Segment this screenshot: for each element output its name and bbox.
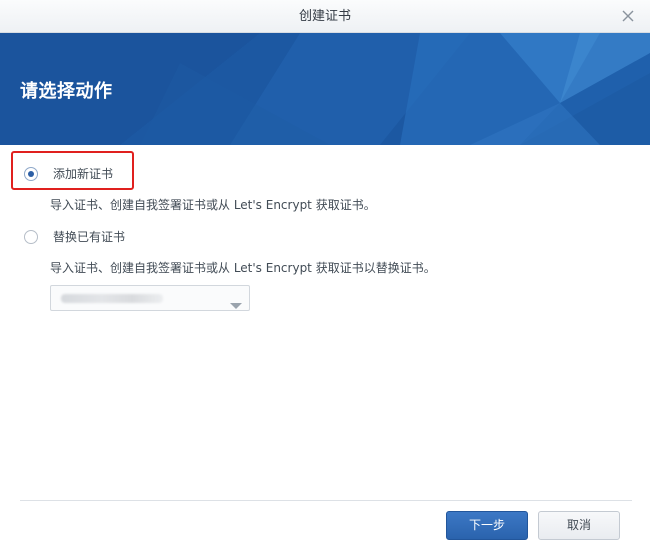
option-description: 导入证书、创建自我签署证书或从 Let's Encrypt 获取证书以替换证书。 <box>50 261 436 275</box>
cancel-button[interactable]: 取消 <box>538 511 620 540</box>
page-heading: 请选择动作 <box>20 81 113 102</box>
close-icon[interactable] <box>620 8 636 24</box>
header-banner: 请选择动作 <box>0 33 650 145</box>
radio-add-new[interactable] <box>24 166 38 181</box>
option-label: 添加新证书 <box>53 167 114 181</box>
option-add-new-certificate[interactable]: 添加新证书 <box>24 165 113 182</box>
option-replace-certificate[interactable]: 替换已有证书 <box>24 228 125 245</box>
radio-replace-existing[interactable] <box>24 229 38 244</box>
dialog-title: 创建证书 <box>298 9 351 24</box>
option-description: 导入证书、创建自我签署证书或从 Let's Encrypt 获取证书。 <box>50 198 376 212</box>
footer-divider <box>20 500 632 501</box>
title-bar: 创建证书 <box>0 0 650 33</box>
chevron-down-icon <box>230 295 242 314</box>
option-label: 替换已有证书 <box>53 230 126 244</box>
next-button[interactable]: 下一步 <box>446 511 528 540</box>
create-certificate-dialog: 创建证书 请选择动作 添加新证书 导入证书、创建自我签署证书或从 Let's E… <box>0 0 650 545</box>
certificate-select[interactable] <box>50 285 250 311</box>
redacted-value <box>61 294 163 303</box>
